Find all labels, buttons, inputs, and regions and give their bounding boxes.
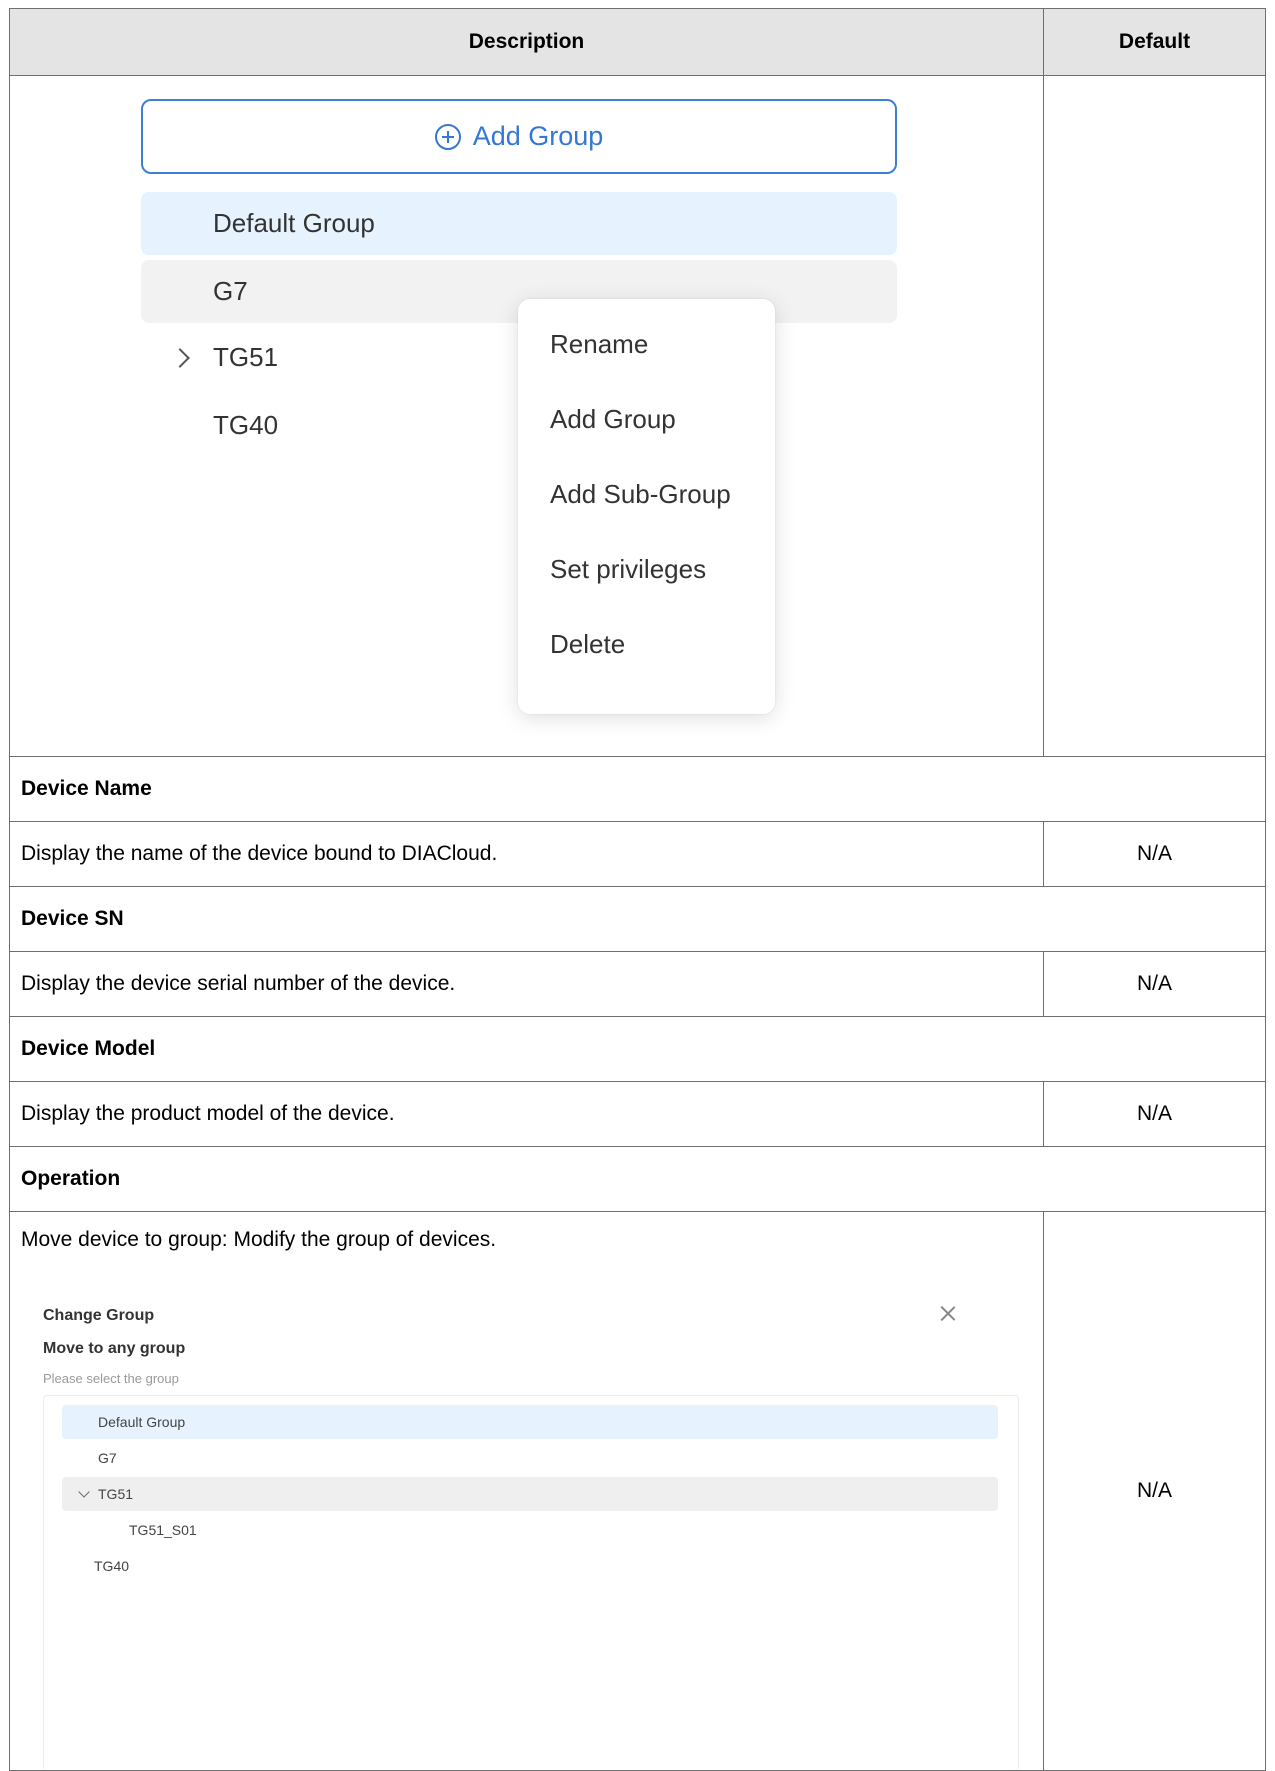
add-group-label: Add Group — [472, 121, 604, 151]
section-title-device-sn: Device SN — [9, 886, 1266, 952]
close-icon[interactable] — [938, 1304, 958, 1324]
add-group-button[interactable]: Add Group — [141, 99, 897, 174]
tree-item-label: G7 — [98, 1450, 117, 1466]
change-group-dialog: Change Group Move to any group Please se… — [10, 1282, 1044, 1770]
group-menu-row: Add Group Default Group G7 TG51 TG40 Ren… — [9, 75, 1266, 757]
dialog-title: Change Group — [43, 1307, 155, 1324]
group-menu-screenshot-cell: Add Group Default Group G7 TG51 TG40 Ren… — [9, 75, 1044, 757]
section-title-device-name: Device Name — [9, 756, 1266, 822]
section-row: Device Name — [9, 756, 1266, 822]
add-circle-icon — [434, 123, 461, 150]
tree-item-label: TG51 — [98, 1486, 134, 1502]
tree-item-label: TG51_S01 — [129, 1522, 197, 1538]
menu-item-delete[interactable]: Delete — [550, 629, 625, 660]
group-tree-box: Default Group G7 TG51 TG51_S01 TG40 — [43, 1395, 1019, 1770]
dialog-tree-item-tg51-s01[interactable]: TG51_S01 — [62, 1513, 998, 1547]
table-row: Display the device serial number of the … — [9, 951, 1266, 1017]
dialog-hint: Please select the group — [43, 1371, 179, 1386]
menu-item-set-privileges[interactable]: Set privileges — [550, 554, 706, 585]
menu-item-rename[interactable]: Rename — [550, 329, 648, 360]
section-title-operation: Operation — [9, 1146, 1266, 1212]
table-row: Display the name of the device bound to … — [9, 821, 1266, 887]
tree-item-label: TG40 — [213, 410, 279, 440]
table-header-row: Description Default — [9, 8, 1266, 76]
group-menu-screenshot: Add Group Default Group G7 TG51 TG40 Ren… — [10, 76, 1043, 756]
default-cell: N/A — [1043, 1211, 1266, 1771]
section-row: Device SN — [9, 886, 1266, 952]
section-row: Device Model — [9, 1016, 1266, 1082]
operation-description-cell: Move device to group: Modify the group o… — [9, 1211, 1044, 1771]
default-cell: N/A — [1043, 951, 1266, 1017]
section-title-device-model: Device Model — [9, 1016, 1266, 1082]
header-description: Description — [9, 8, 1044, 76]
tree-item-default-group[interactable]: Default Group — [141, 192, 897, 255]
description-cell: Display the product model of the device. — [9, 1081, 1044, 1147]
dialog-tree-item-g7[interactable]: G7 — [62, 1441, 998, 1475]
default-empty-cell — [1043, 75, 1266, 757]
dialog-tree-item-tg40[interactable]: TG40 — [62, 1549, 998, 1583]
default-cell: N/A — [1043, 1081, 1266, 1147]
tree-item-label: TG51 — [213, 342, 279, 372]
table-row: Display the product model of the device.… — [9, 1081, 1266, 1147]
chevron-right-icon[interactable] — [170, 347, 190, 368]
default-cell: N/A — [1043, 821, 1266, 887]
parameter-table: Description Default Add Group Default Gr… — [9, 8, 1266, 1771]
dialog-tree-item-tg51[interactable]: TG51 — [62, 1477, 998, 1511]
menu-item-add-group[interactable]: Add Group — [550, 404, 676, 435]
tree-item-label: Default Group — [98, 1414, 186, 1430]
menu-item-add-sub-group[interactable]: Add Sub-Group — [550, 479, 731, 510]
context-menu: Rename Add Group Add Sub-Group Set privi… — [518, 299, 775, 714]
dialog-subtitle: Move to any group — [43, 1340, 186, 1357]
header-default: Default — [1043, 8, 1266, 76]
table-row: Move device to group: Modify the group o… — [9, 1211, 1266, 1771]
section-row: Operation — [9, 1146, 1266, 1212]
chevron-down-icon[interactable] — [78, 1486, 90, 1498]
dialog-tree-item-default-group[interactable]: Default Group — [62, 1405, 998, 1439]
description-cell: Display the device serial number of the … — [9, 951, 1044, 1017]
tree-item-label: G7 — [213, 276, 248, 306]
tree-item-label: TG40 — [94, 1558, 130, 1574]
description-cell: Display the name of the device bound to … — [9, 821, 1044, 887]
tree-item-label: Default Group — [213, 208, 375, 238]
operation-description: Move device to group: Modify the group o… — [21, 1228, 497, 1251]
